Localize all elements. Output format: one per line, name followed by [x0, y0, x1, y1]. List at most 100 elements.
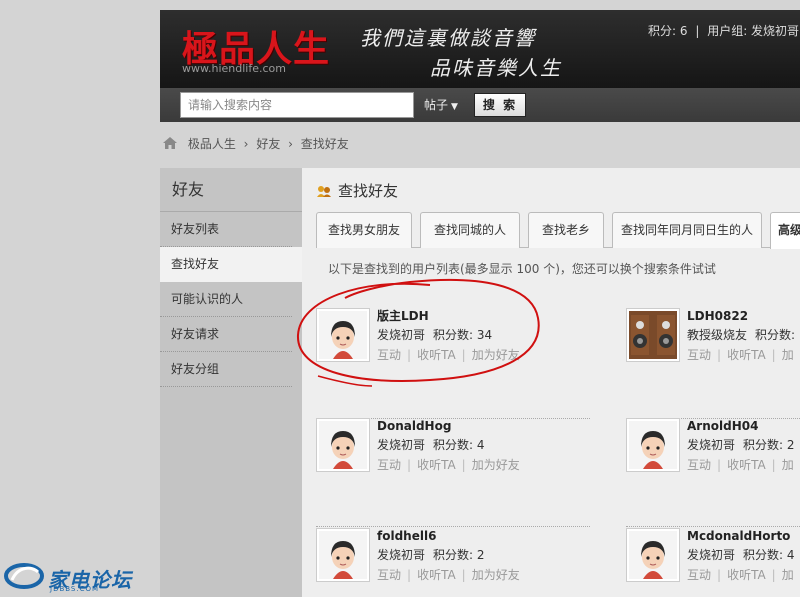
interact-link[interactable]: 互动 — [377, 568, 401, 582]
avatar[interactable] — [316, 528, 370, 582]
separator: | — [717, 568, 722, 582]
add-friend-link[interactable]: 加 — [782, 348, 794, 362]
tab-advanced[interactable]: 高级 — [770, 212, 800, 249]
friend-name[interactable]: LDH0822 — [687, 308, 795, 324]
interact-link[interactable]: 互动 — [687, 458, 711, 472]
watermark-logo-icon — [4, 563, 44, 589]
friend-meta: 发烧初哥 积分数: 34 — [377, 324, 520, 346]
add-friend-link[interactable]: 加 — [782, 568, 794, 582]
follow-link[interactable]: 收听TA — [417, 458, 456, 472]
friend-card: foldhell6 发烧初哥 积分数: 2 互动 | 收听TA | 加为好友 — [316, 528, 626, 597]
tab-find-hometown[interactable]: 查找老乡 — [528, 212, 604, 248]
separator: | — [407, 348, 412, 362]
friend-actions: 互动 | 收听TA | 加 — [687, 456, 795, 474]
chevron-down-icon: ▼ — [451, 102, 458, 112]
sidebar-item-friend-requests[interactable]: 好友请求 — [160, 317, 292, 352]
follow-link[interactable]: 收听TA — [727, 458, 766, 472]
breadcrumb-current: 查找好友 — [300, 137, 349, 151]
result-description: 以下是查找到的用户列表(最多显示 100 个)，您还可以换个搜索条件试试 — [328, 262, 716, 276]
follow-link[interactable]: 收听TA — [727, 568, 766, 582]
friend-name[interactable]: DonaldHog — [377, 418, 520, 434]
avatar[interactable] — [316, 418, 370, 472]
sidebar-item-friend-list[interactable]: 好友列表 — [160, 212, 292, 247]
main-content: 查找好友 查找男女朋友 查找同城的人 查找老乡 查找同年同月同日生的人 高级 以… — [302, 168, 800, 597]
separator: | — [461, 568, 466, 582]
friend-name[interactable]: 版主LDH — [377, 308, 520, 324]
friend-info: DonaldHog 发烧初哥 积分数: 4 互动 | 收听TA | 加为好友 — [377, 418, 520, 474]
interact-link[interactable]: 互动 — [687, 348, 711, 362]
interact-link[interactable]: 互动 — [377, 348, 401, 362]
avatar[interactable] — [626, 528, 680, 582]
home-icon[interactable] — [162, 136, 178, 153]
friend-actions: 互动 | 收听TA | 加 — [687, 566, 795, 584]
separator: | — [695, 24, 700, 38]
friend-points: 积分数: — [755, 328, 796, 342]
follow-link[interactable]: 收听TA — [417, 568, 456, 582]
add-friend-link[interactable]: 加为好友 — [472, 458, 520, 472]
breadcrumb: 极品人生 › 好友 › 查找好友 — [162, 135, 353, 153]
friend-info: ArnoldH04 发烧初哥 积分数: 2 互动 | 收听TA | 加 — [687, 418, 795, 474]
sidebar-item-may-know[interactable]: 可能认识的人 — [160, 282, 292, 317]
avatar[interactable] — [626, 308, 680, 362]
row-divider — [626, 526, 800, 527]
search-button[interactable]: 搜 索 — [474, 93, 526, 117]
tab-find-same-city[interactable]: 查找同城的人 — [420, 212, 520, 248]
user-info: 积分: 6 | 用户组: 发烧初哥 — [648, 22, 799, 39]
separator: | — [771, 348, 776, 362]
friend-meta: 发烧初哥 积分数: 2 — [687, 434, 795, 456]
friend-points: 积分数: 34 — [433, 328, 493, 342]
add-friend-link[interactable]: 加为好友 — [472, 568, 520, 582]
friend-name[interactable]: foldhell6 — [377, 528, 520, 544]
follow-link[interactable]: 收听TA — [417, 348, 456, 362]
sidebar-title: 好友 — [160, 168, 302, 212]
breadcrumb-home[interactable]: 极品人生 — [188, 137, 236, 151]
slogan-line-1: 我們這裏做談音響 — [360, 26, 536, 50]
friend-meta: 发烧初哥 积分数: 2 — [377, 544, 520, 566]
friend-card: DonaldHog 发烧初哥 积分数: 4 互动 | 收听TA | 加为好友 — [316, 418, 626, 488]
friend-name[interactable]: McdonaldHorto — [687, 528, 795, 544]
search-bar: 请输入搜索内容 帖子 ▼ 搜 索 — [160, 88, 800, 122]
watermark-subtext: JDBBS.COM — [50, 585, 100, 593]
friend-points: 积分数: 4 — [433, 438, 485, 452]
friend-info: McdonaldHorto 发烧初哥 积分数: 4 互动 | 收听TA | 加 — [687, 528, 795, 584]
friend-name[interactable]: ArnoldH04 — [687, 418, 795, 434]
friend-actions: 互动 | 收听TA | 加为好友 — [377, 566, 520, 584]
friend-info: foldhell6 发烧初哥 积分数: 2 互动 | 收听TA | 加为好友 — [377, 528, 520, 584]
friend-points: 积分数: 2 — [743, 438, 795, 452]
breadcrumb-sep: › — [243, 137, 249, 151]
friend-actions: 互动 | 收听TA | 加为好友 — [377, 456, 520, 474]
friend-card: McdonaldHorto 发烧初哥 积分数: 4 互动 | 收听TA | 加 — [626, 528, 800, 597]
separator: | — [771, 458, 776, 472]
interact-link[interactable]: 互动 — [687, 568, 711, 582]
friend-meta: 发烧初哥 积分数: 4 — [687, 544, 795, 566]
breadcrumb-friends[interactable]: 好友 — [256, 137, 280, 151]
friend-group: 发烧初哥 — [377, 328, 426, 342]
usergroup-link[interactable]: 用户组: 发烧初哥 — [707, 24, 799, 38]
friend-group: 发烧初哥 — [377, 548, 426, 562]
interact-link[interactable]: 互动 — [377, 458, 401, 472]
site-watermark: 家电论坛 JDBBS.COM — [4, 558, 134, 594]
friend-card: ArnoldH04 发烧初哥 积分数: 2 互动 | 收听TA | 加 — [626, 418, 800, 488]
search-input[interactable]: 请输入搜索内容 — [180, 92, 414, 118]
separator: | — [717, 458, 722, 472]
points-link[interactable]: 积分: 6 — [648, 24, 688, 38]
separator: | — [407, 458, 412, 472]
tab-find-partner[interactable]: 查找男女朋友 — [316, 212, 412, 248]
friend-meta: 教授级烧友 积分数: — [687, 324, 795, 346]
friend-card: LDH0822 教授级烧友 积分数: 互动 | 收听TA | 加 — [626, 308, 800, 378]
friend-actions: 互动 | 收听TA | 加 — [687, 346, 795, 364]
follow-link[interactable]: 收听TA — [727, 348, 766, 362]
separator: | — [407, 568, 412, 582]
sidebar-item-find-friends[interactable]: 查找好友 — [160, 247, 302, 282]
friend-group: 发烧初哥 — [377, 438, 426, 452]
avatar[interactable] — [626, 418, 680, 472]
friends-icon — [316, 184, 332, 202]
add-friend-link[interactable]: 加为好友 — [472, 348, 520, 362]
friend-group: 发烧初哥 — [687, 548, 736, 562]
site-url: www.hiendlife.com — [182, 62, 286, 75]
avatar[interactable] — [316, 308, 370, 362]
search-type-dropdown[interactable]: 帖子 ▼ — [424, 96, 458, 113]
sidebar-item-friend-groups[interactable]: 好友分组 — [160, 352, 292, 387]
add-friend-link[interactable]: 加 — [782, 458, 794, 472]
tab-find-same-birthday[interactable]: 查找同年同月同日生的人 — [612, 212, 762, 248]
